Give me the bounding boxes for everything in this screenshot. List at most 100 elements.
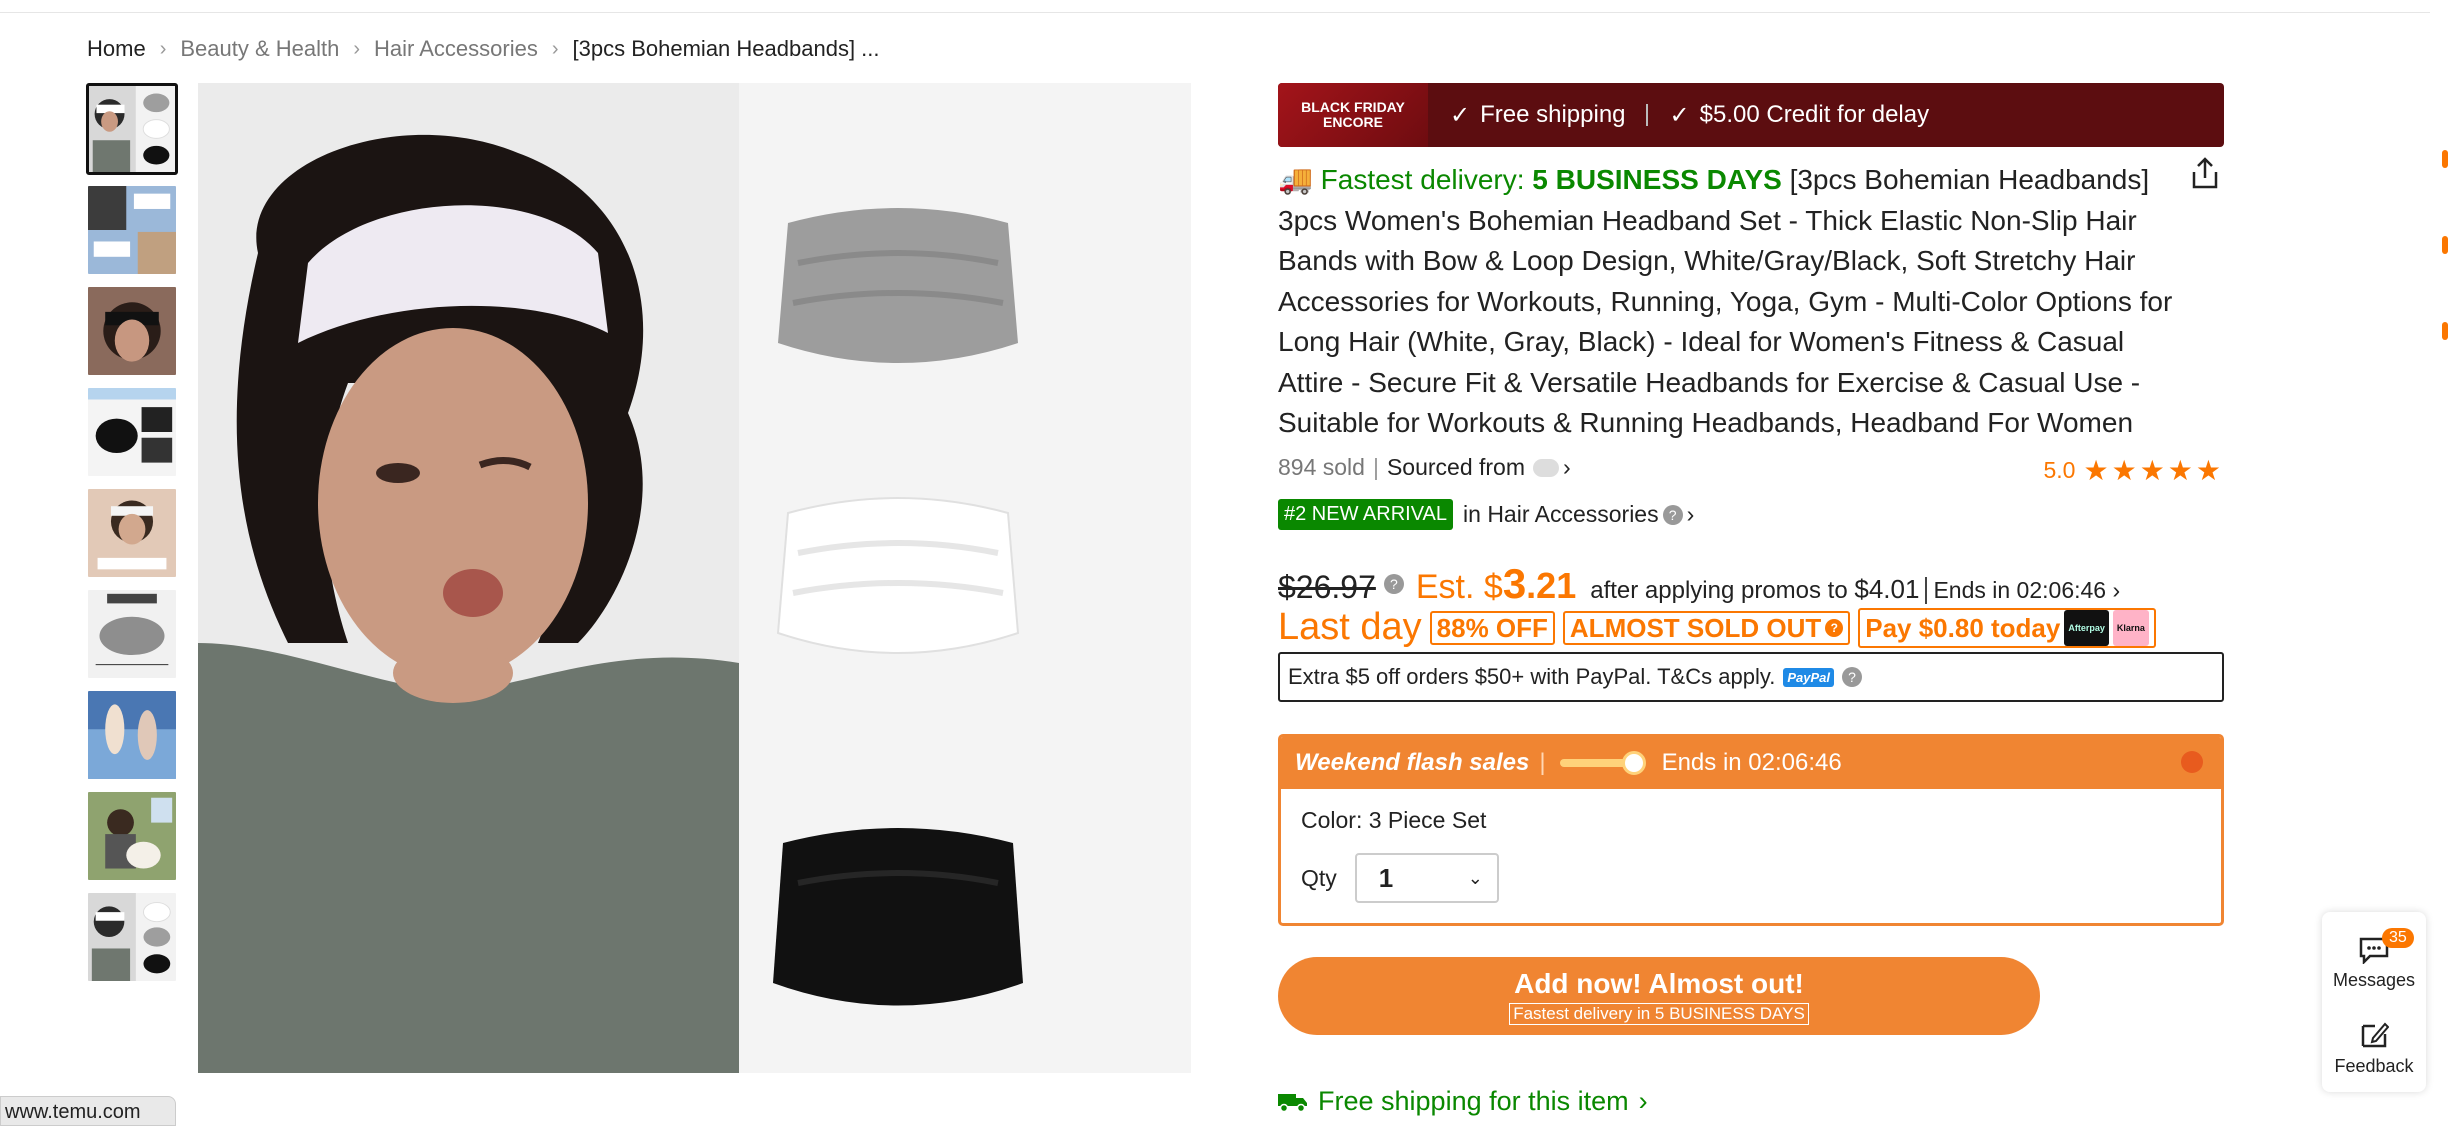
badge-line-1: BLACK FRIDAY [1301,99,1405,115]
sourced-from[interactable]: Sourced from [1387,454,1525,481]
chevron-right-icon: › [1563,454,1571,480]
thumbnail-5[interactable] [86,487,178,579]
divider: | [1539,749,1546,776]
chevron-right-icon: › [551,37,559,60]
help-icon[interactable]: ? [1825,618,1844,637]
add-to-cart-sublabel: Fastest delivery in 5 BUSINESS DAYS [1509,1002,1809,1025]
price-row: $26.97 ? Est. $3.21 after applying promo… [1278,560,2120,608]
paypal-offer-text: Extra $5 off orders $50+ with PayPal. T&… [1288,664,1776,689]
qty-label: Qty [1301,864,1337,891]
price-countdown[interactable]: Ends in 02:06:46 › [1925,577,2120,604]
quantity-row: Qty 1 ⌄ [1301,853,1499,903]
credit-promo: ✓ $5.00 Credit for delay [1670,101,1930,130]
share-icon[interactable] [2190,156,2220,190]
color-selection[interactable]: Color: 3 Piece Set [1301,807,1486,834]
breadcrumb-current: [3pcs Bohemian Headbands] ... [572,36,880,61]
messages-label: Messages [2332,970,2416,990]
free-shipping-label: Free shipping [1480,101,1626,128]
edge-indicator [2442,236,2448,254]
product-title-text: [3pcs Bohemian Headbands] 3pcs Women's B… [1278,164,2173,438]
flash-sale-title: Weekend flash sales [1295,749,1530,776]
promo-divider [1645,104,1648,126]
breadcrumb: Home › Beauty & Health › Hair Accessorie… [87,34,880,64]
breadcrumb-hair-accessories[interactable]: Hair Accessories [374,36,538,62]
feedback-label: Feedback [2334,1056,2414,1076]
free-shipping-text: Free shipping for this item [1318,1086,1629,1116]
messages-button[interactable]: 35 Messages [2322,928,2426,991]
thumbnail-6[interactable] [86,588,178,680]
chevron-right-icon: › [2112,577,2121,603]
thumbnail-9[interactable] [86,891,178,983]
fast-delivery: 🚚 Fastest delivery: 5 BUSINESS DAYS [1278,164,1790,195]
clock-icon [1621,751,1646,775]
divider: | [1372,454,1379,480]
thumbnail-1[interactable] [86,83,178,175]
star-icons: ★★★★★ [2083,455,2224,486]
new-arrival-badge: #2 NEW ARRIVAL [1278,499,1454,530]
thumbnail-8[interactable] [86,790,178,882]
promo-banner: BLACK FRIDAY ENCORE ✓ Free shipping ✓ $5… [1278,83,2224,147]
check-icon: ✓ [1450,101,1471,129]
badge-line-2: ENCORE [1323,114,1383,130]
add-to-cart-button[interactable]: Add now! Almost out! Fastest delivery in… [1278,957,2040,1035]
new-arrival-category: in Hair Accessories [1463,501,1659,527]
help-icon[interactable]: ? [1383,574,1404,594]
new-arrival-row[interactable]: #2 NEW ARRIVAL in Hair Accessories ? › [1278,499,1694,530]
help-icon[interactable]: ? [1662,504,1683,525]
paypal-offer[interactable]: Extra $5 off orders $50+ with PayPal. T&… [1278,652,2224,702]
check-icon: ✓ [1669,101,1690,129]
product-title: 🚚 Fastest delivery: 5 BUSINESS DAYS [3pc… [1278,160,2178,444]
free-shipping-promo: ✓ Free shipping [1450,101,1626,130]
pay-today-tag[interactable]: Pay $0.80 today Afterpay Klarna [1858,607,2156,648]
est-dollars: 3 [1502,560,1527,607]
rating-value: 5.0 [2043,457,2076,483]
chevron-right-icon: › [159,37,167,60]
rating[interactable]: 5.0 ★★★★★ [2044,454,2225,487]
chevron-right-icon: › [1638,1086,1648,1116]
sold-count: 894 sold [1278,454,1365,480]
fast-delivery-days: 5 BUSINESS DAYS [1532,164,1782,195]
messages-count-badge: 35 [2382,928,2414,948]
decoration-icon [2181,751,2203,773]
fast-delivery-label: Fastest delivery: [1320,164,1525,195]
side-widget: 35 Messages Feedback [2322,912,2426,1092]
pay-today-text: Pay $0.80 today [1865,612,2061,643]
flash-sale-header: Weekend flash sales | Ends in 02:06:46 [1281,737,2221,789]
flash-countdown: Ends in 02:06:46 [1661,749,1842,776]
quantity-select[interactable]: 1 ⌄ [1354,853,1499,903]
almost-sold-out-tag: ALMOST SOLD OUT ? [1562,610,1851,645]
edge-indicator [2442,150,2448,168]
thumbnail-4[interactable] [86,386,178,478]
truck-icon: 🚚 [1278,164,1313,195]
free-shipping-link[interactable]: Free shipping for this item › [1278,1086,1648,1117]
last-day-label: Last day [1278,606,1422,648]
after-promos-amount: $4.01 [1854,574,1920,604]
edit-icon [2361,1022,2389,1048]
est-prefix: Est. $ [1415,568,1503,606]
top-divider [0,12,2430,13]
add-to-cart-label: Add now! Almost out! [1514,967,1804,999]
breadcrumb-home[interactable]: Home [87,36,146,62]
klarna-logo: Klarna [2112,609,2149,646]
deal-tags: Last day 88% OFF ALMOST SOLD OUT ? Pay $… [1278,606,2164,649]
main-product-image[interactable] [198,83,1191,1073]
flash-sale-box: Weekend flash sales | Ends in 02:06:46 C… [1278,734,2224,926]
black-friday-badge: BLACK FRIDAY ENCORE [1278,83,1428,147]
credit-label: $5.00 Credit for delay [1699,101,1930,128]
chevron-right-icon: › [353,37,361,60]
after-promos: after applying promos to $4.01 [1590,574,1919,605]
original-price: $26.97 [1278,569,1376,605]
thumbnail-2[interactable] [86,184,178,276]
estimated-price: Est. $3.21 [1416,560,1576,608]
thumbnail-7[interactable] [86,689,178,781]
afterpay-logo: Afterpay [2064,609,2109,646]
chevron-down-icon: ⌄ [1467,867,1483,888]
qty-value: 1 [1378,862,1394,893]
help-icon[interactable]: ? [1841,667,1862,687]
flash-progress-bar [1559,751,1646,775]
source-flag-icon [1533,458,1560,477]
breadcrumb-beauty-health[interactable]: Beauty & Health [180,36,339,62]
thumbnail-3[interactable] [86,285,178,377]
thumbnail-list [86,83,178,992]
feedback-button[interactable]: Feedback [2322,1020,2426,1077]
